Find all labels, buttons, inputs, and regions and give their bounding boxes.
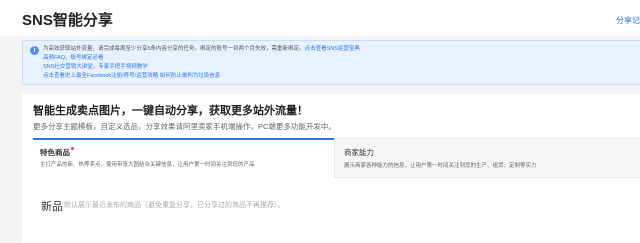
tab-merchant-capability[interactable]: 商家能力 展示商家各种能力的信息，让用户第一时间关注到您的生产、组货、定制等实力 xyxy=(334,138,640,178)
facebook-guide-link[interactable]: 点击查看史上最全Facebook注册/养号/运营攻略 如何防止被判为垃圾信息 xyxy=(43,72,360,81)
tab-featured-products[interactable]: 特色商品 主打产品的新、热等卖点，使用带张大图结合关键信息，让用户第一时间关注到… xyxy=(33,138,334,178)
notice-lines: 为高效获取站外流量，请完成每周至少分享5条内容分享的任务，绑定的账号一到两个月失… xyxy=(43,45,360,81)
info-icon: i xyxy=(30,46,39,55)
tab-label: 特色商品 xyxy=(40,147,74,158)
notice-text: 为高效获取站外流量，请完成每周至少分享5条内容分享的任务，绑定的账号一到两个月失… xyxy=(43,46,305,52)
promo-title: 智能生成卖点图片，一键自动分享，获取更多站外流量！ xyxy=(33,105,308,117)
video-course-link[interactable]: SNS社交营销大讲堂，专家手把手视频教学 xyxy=(43,63,360,72)
notice-line-1: 为高效获取站外流量，请完成每周至少分享5条内容分享的任务，绑定的账号一到两个月失… xyxy=(43,45,360,54)
page-title: SNS智能分享 xyxy=(22,12,113,29)
section-description: 默认展示最近发布的商品（避免重复分享，已分享过的商品不再推荐）。 xyxy=(64,202,285,209)
tab-description: 主打产品的新、热等卖点，使用带张大图结合关键信息，让用户第一时间关注到您的产品 xyxy=(40,162,255,168)
share-record-link[interactable]: 分享记录 xyxy=(616,15,640,26)
sns-guide-link[interactable]: 点击查看SNS运营宝典 xyxy=(305,46,360,52)
new-dot-icon xyxy=(71,147,74,150)
page: SNS智能分享 分享记录 i 为高效获取站外流量，请完成每周至少分享5条内容分享… xyxy=(0,0,640,243)
section-title: 新品 xyxy=(41,201,63,213)
notice-banner: i 为高效获取站外流量，请完成每周至少分享5条内容分享的任务，绑定的账号一到两个… xyxy=(22,40,640,85)
main-panel: 智能生成卖点图片，一键自动分享，获取更多站外流量！ 更多分享主题模板，自定义选品… xyxy=(22,94,640,243)
header-bar: SNS智能分享 分享记录 xyxy=(0,0,640,36)
tab-label: 商家能力 xyxy=(344,148,374,157)
tab-description: 展示商家各种能力的信息，让用户第一时间关注到您的生产、组货、定制等实力 xyxy=(344,163,537,169)
promo-description: 更多分享主题模板，自定义选品，分享效果请阿里卖家手机端操作，PC端更多功能开发中… xyxy=(33,122,336,131)
faq-link[interactable]: 高频FAQ，账号绑定必看 xyxy=(43,54,360,63)
